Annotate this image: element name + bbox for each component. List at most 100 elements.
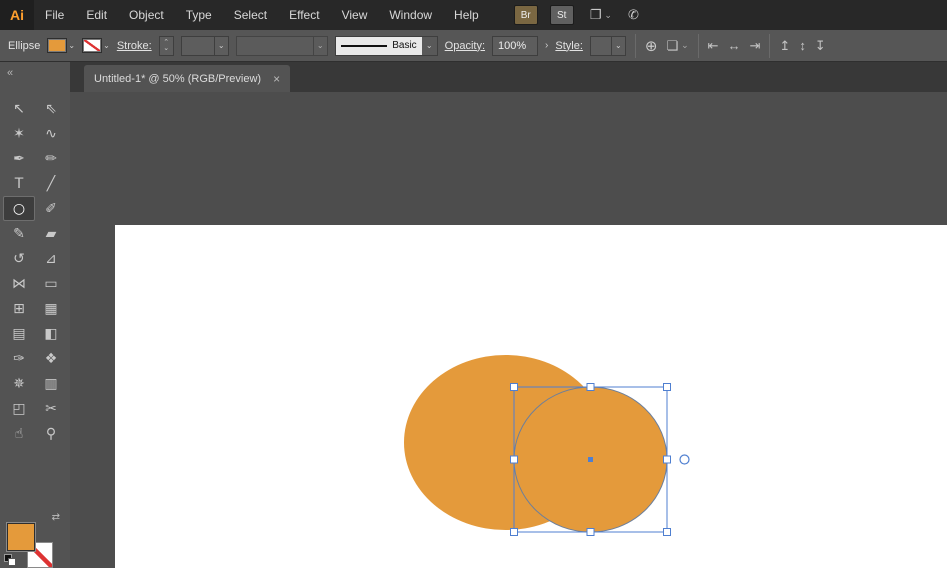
fill-swatch[interactable]	[47, 38, 67, 53]
vertical-align-group: ↥ ↕ ↧	[779, 38, 825, 54]
app-logo: Ai	[0, 0, 34, 30]
mesh-tool[interactable]: ▤	[3, 321, 35, 346]
shaper-tool[interactable]: ✎	[3, 221, 35, 246]
curvature-tool[interactable]: ✏	[35, 146, 67, 171]
slice-tool[interactable]: ✂	[35, 396, 67, 421]
chevron-down-icon: ⌄	[681, 40, 689, 51]
selection-tool[interactable]: ↖	[3, 96, 35, 121]
stroke-width-combo[interactable]: ⌄	[181, 36, 229, 56]
globe-icon[interactable]: ⊕	[645, 37, 658, 55]
zoom-tool[interactable]: ⚲	[35, 421, 67, 446]
menu-type[interactable]: Type	[175, 0, 223, 30]
chevron-down-icon: ⌄	[426, 41, 433, 50]
menu-select[interactable]: Select	[223, 0, 278, 30]
direct-selection-tool[interactable]: ⇖	[35, 96, 67, 121]
width-profile-combo: ⌄	[236, 36, 328, 56]
selection-handle[interactable]	[664, 529, 671, 536]
eyedropper-tool[interactable]: ✑	[3, 346, 35, 371]
fill-stroke-indicator: ⇄	[0, 510, 70, 568]
live-shape-widget[interactable]	[680, 455, 689, 464]
close-icon[interactable]: ×	[273, 72, 280, 86]
brush-definition-combo[interactable]: Basic ⌄	[335, 36, 438, 56]
align-center-icon[interactable]: ↔	[728, 38, 741, 54]
align-bottom-icon[interactable]: ↧	[815, 38, 826, 54]
blend-tool[interactable]: ❖	[35, 346, 67, 371]
default-fill-stroke-icon[interactable]	[4, 554, 16, 566]
canvas-area[interactable]	[70, 92, 947, 568]
line-segment-tool[interactable]: ╱	[35, 171, 67, 196]
fill-indicator[interactable]	[6, 522, 36, 552]
pen-tool[interactable]: ✒	[3, 146, 35, 171]
ellipse-tool[interactable]: ○	[3, 196, 35, 221]
column-graph-tool[interactable]: ▥	[35, 371, 67, 396]
perspective-grid-tool[interactable]: ▦	[35, 296, 67, 321]
chevron-down-icon: ⌄	[68, 41, 75, 50]
document-tab-title: Untitled-1* @ 50% (RGB/Preview)	[94, 73, 261, 85]
menu-window[interactable]: Window	[378, 0, 443, 30]
width-tool[interactable]: ⋈	[3, 271, 35, 296]
menu-help[interactable]: Help	[443, 0, 490, 30]
selection-handle[interactable]	[587, 384, 594, 391]
tools-panel: « ↖ ⇖ ✶ ∿ ✒ ✏ T ╱ ○ ✐ ✎ ▰ ↺ ⊿ ⋈ ▭ ⊞ ▦ ▤ …	[0, 62, 70, 568]
share-button[interactable]: ✆	[628, 7, 639, 23]
horizontal-align-group: ⇤ ↔ ⇥	[708, 38, 761, 54]
selection-handle[interactable]	[664, 384, 671, 391]
document-setup-button[interactable]: ❏ ⌄	[666, 38, 688, 54]
bridge-button[interactable]: Br	[514, 5, 538, 25]
opacity-input[interactable]: 100%	[492, 36, 538, 56]
align-middle-icon[interactable]: ↕	[799, 38, 806, 54]
type-tool[interactable]: T	[3, 171, 35, 196]
brush-dropdown[interactable]: ⌄	[422, 37, 437, 55]
chevron-down-icon: ⌄	[103, 41, 110, 50]
fill-color-picker[interactable]: ⌄	[47, 38, 75, 53]
selection-handle[interactable]	[511, 529, 518, 536]
stroke-color-picker[interactable]: ⌄	[82, 38, 110, 53]
chevron-down-icon: ⌄	[218, 41, 225, 50]
hand-tool[interactable]: ☝	[3, 421, 35, 446]
separator	[769, 34, 770, 58]
align-right-icon[interactable]: ⇥	[750, 38, 761, 54]
stock-button[interactable]: St	[550, 5, 574, 25]
magic-wand-tool[interactable]: ✶	[3, 121, 35, 146]
opacity-panel-link[interactable]: Opacity:	[445, 40, 485, 52]
style-combo[interactable]: ⌄	[590, 36, 626, 56]
eraser-tool[interactable]: ▰	[35, 221, 67, 246]
selection-handle[interactable]	[511, 456, 518, 463]
separator	[698, 34, 699, 58]
symbol-sprayer-tool[interactable]: ✵	[3, 371, 35, 396]
gradient-tool[interactable]: ◧	[35, 321, 67, 346]
document-tab[interactable]: Untitled-1* @ 50% (RGB/Preview) ×	[84, 65, 290, 92]
selection-handle[interactable]	[511, 384, 518, 391]
opacity-value: 100%	[498, 40, 526, 52]
stroke-swatch[interactable]	[82, 38, 102, 53]
align-left-icon[interactable]: ⇤	[708, 38, 719, 54]
align-top-icon[interactable]: ↥	[779, 38, 790, 54]
menu-effect[interactable]: Effect	[278, 0, 330, 30]
stroke-width-stepper[interactable]: ⌃ ⌄	[159, 36, 174, 56]
lasso-tool[interactable]: ∿	[35, 121, 67, 146]
tool-grid: ↖ ⇖ ✶ ∿ ✒ ✏ T ╱ ○ ✐ ✎ ▰ ↺ ⊿ ⋈ ▭ ⊞ ▦ ▤ ◧ …	[3, 96, 67, 446]
scale-tool[interactable]: ⊿	[35, 246, 67, 271]
workspace-switcher[interactable]: ❐ ⌄	[590, 7, 612, 23]
free-transform-tool[interactable]: ▭	[35, 271, 67, 296]
paintbrush-tool[interactable]: ✐	[35, 196, 67, 221]
swap-fill-stroke-icon[interactable]: ⇄	[52, 512, 60, 523]
selection-handle[interactable]	[587, 529, 594, 536]
selection-center-point[interactable]	[588, 457, 593, 462]
stepper-down-icon[interactable]: ⌄	[163, 46, 169, 52]
artboard-tool[interactable]: ◰	[3, 396, 35, 421]
menu-object[interactable]: Object	[118, 0, 175, 30]
menu-edit[interactable]: Edit	[75, 0, 118, 30]
opacity-dropdown-icon[interactable]: ›	[545, 40, 548, 51]
rotate-tool[interactable]: ↺	[3, 246, 35, 271]
chevron-down-icon: ⌄	[317, 41, 324, 50]
shape-builder-tool[interactable]: ⊞	[3, 296, 35, 321]
collapse-panel-icon[interactable]: «	[7, 67, 13, 79]
menu-view[interactable]: View	[331, 0, 379, 30]
style-panel-link[interactable]: Style:	[555, 40, 583, 52]
selection-handle[interactable]	[664, 456, 671, 463]
separator	[635, 34, 636, 58]
workspace-icon: ❐	[590, 7, 602, 23]
menu-file[interactable]: File	[34, 0, 75, 30]
stroke-panel-link[interactable]: Stroke:	[117, 40, 152, 52]
